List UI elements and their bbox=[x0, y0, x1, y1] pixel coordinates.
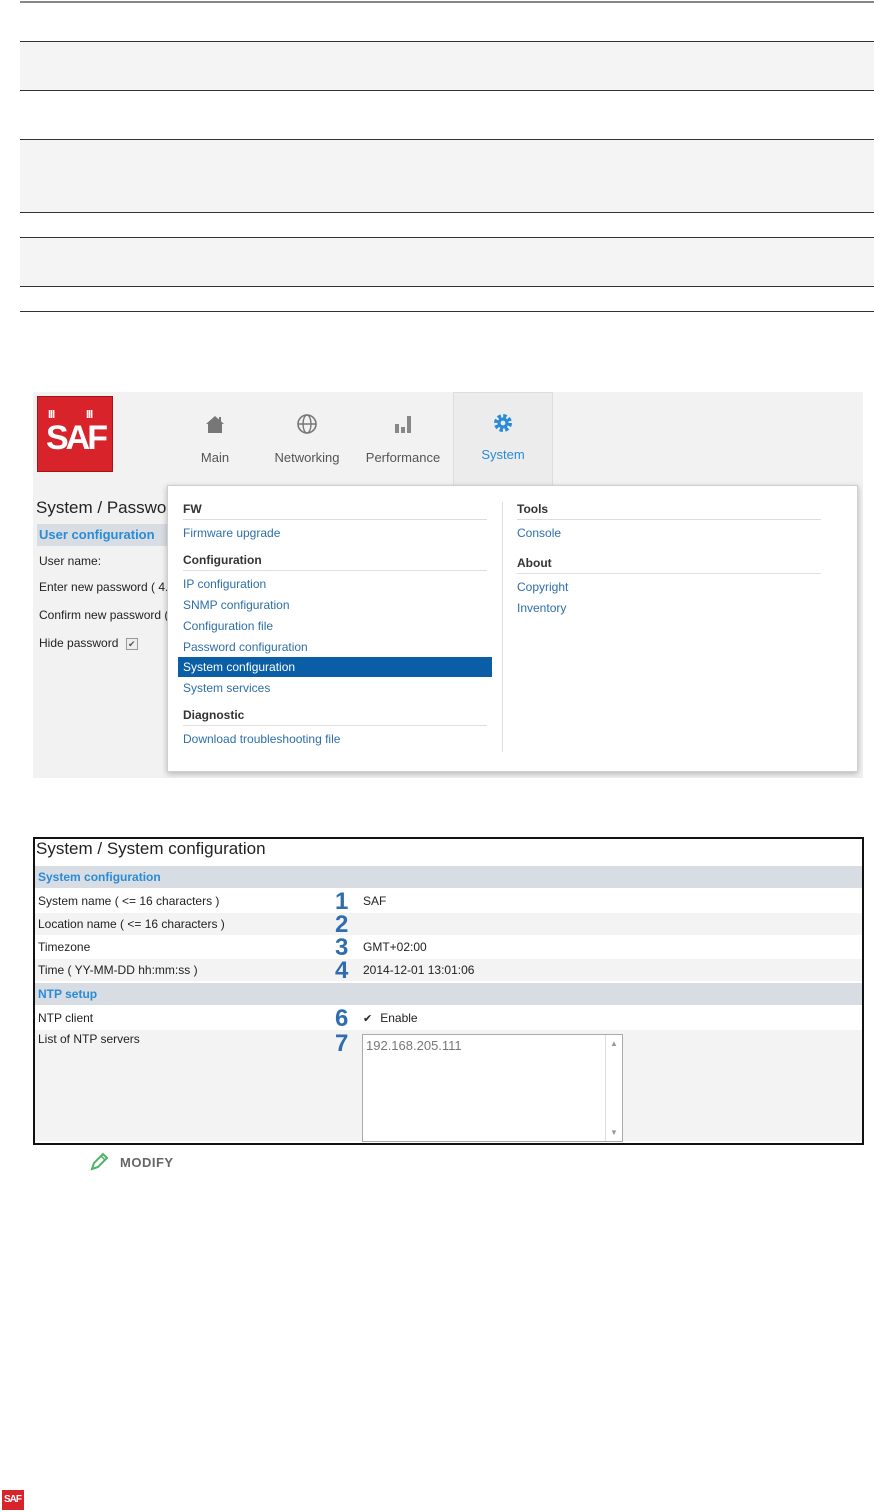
time-value[interactable]: 2014-12-01 13:01:06 bbox=[363, 963, 474, 977]
textarea-scrollbar[interactable]: ▲ ▼ bbox=[605, 1035, 622, 1141]
saf-logo: lll lll SAF bbox=[37, 396, 113, 472]
section-header-ntp: NTP setup bbox=[35, 983, 862, 1005]
menu-item-copyright[interactable]: Copyright bbox=[517, 580, 568, 594]
marker-7: 7 bbox=[335, 1030, 349, 1057]
menu-head-configuration: Configuration bbox=[183, 553, 262, 567]
footer-saf-logo: SAF bbox=[2, 1490, 24, 1510]
table-rule bbox=[20, 139, 874, 140]
marker-6: 6 bbox=[335, 1005, 349, 1032]
menu-item-inventory[interactable]: Inventory bbox=[517, 601, 566, 615]
section-header: User configuration bbox=[37, 524, 177, 546]
menu-item-ip-configuration[interactable]: IP configuration bbox=[183, 577, 266, 591]
nav-main-label: Main bbox=[200, 450, 230, 465]
modify-label: MODIFY bbox=[120, 1155, 174, 1170]
table-rule bbox=[20, 41, 874, 42]
table-rule bbox=[20, 237, 874, 238]
row-time: Time ( YY-MM-DD hh:mm:ss ) 4 2014-12-01 … bbox=[35, 957, 862, 984]
logo-text: SAF bbox=[46, 419, 108, 457]
ntp-enable-checkbox[interactable]: ✔ Enable bbox=[363, 1011, 418, 1025]
marker-4: 4 bbox=[335, 957, 349, 984]
row-ntp-client: NTP client 6 ✔ Enable bbox=[38, 1005, 418, 1032]
gear-icon bbox=[494, 414, 512, 432]
top-rule bbox=[20, 1, 874, 3]
menu-screenshot: lll lll SAF Main Networking Performance bbox=[33, 392, 863, 778]
menu-head-diagnostic: Diagnostic bbox=[183, 708, 245, 722]
page-title: System / Passwo bbox=[36, 498, 167, 517]
page-title: System / System configuration bbox=[36, 839, 266, 858]
ntp-servers-textarea[interactable]: 192.168.205.111 ▲ ▼ bbox=[362, 1034, 623, 1142]
menu-head-fw: FW bbox=[183, 502, 202, 516]
nav-system[interactable]: System bbox=[453, 392, 553, 485]
row-system-name: System name ( <= 16 characters ) 1 SAF bbox=[38, 888, 387, 915]
scroll-up-icon[interactable]: ▲ bbox=[610, 1039, 618, 1048]
table-band bbox=[20, 140, 874, 212]
scroll-down-icon[interactable]: ▼ bbox=[610, 1128, 618, 1137]
table-rule bbox=[20, 90, 874, 91]
nav-networking[interactable]: Networking bbox=[271, 392, 343, 484]
row-location-name: Location name ( <= 16 characters ) 2 bbox=[35, 913, 862, 937]
confirm-password-label: Confirm new password ( bbox=[39, 608, 169, 622]
nav-networking-label: Networking bbox=[274, 450, 340, 465]
menu-item-system-services[interactable]: System services bbox=[183, 681, 270, 695]
checkmark-icon: ✔ bbox=[363, 1013, 373, 1025]
new-password-label: Enter new password ( 4. bbox=[39, 580, 169, 594]
section-header-system: System configuration bbox=[35, 866, 862, 888]
nav-main[interactable]: Main bbox=[185, 392, 245, 484]
system-configuration-screenshot: System / System configuration System con… bbox=[33, 837, 864, 1145]
nav-system-label: System bbox=[481, 447, 525, 462]
ntp-enable-label: Enable bbox=[380, 1011, 418, 1025]
system-name-value[interactable]: SAF bbox=[363, 894, 386, 908]
home-icon bbox=[206, 416, 224, 433]
hide-password-row: Hide password ✔ bbox=[39, 636, 138, 650]
row-timezone: Timezone 3 GMT+02:00 bbox=[38, 934, 427, 961]
hide-password-label: Hide password bbox=[39, 636, 119, 650]
system-dropdown-menu: FW Firmware upgrade Configuration IP con… bbox=[167, 485, 858, 772]
table-rule bbox=[20, 311, 874, 312]
user-name-label: User name: bbox=[39, 554, 102, 568]
table-rule bbox=[20, 286, 874, 287]
menu-item-password-configuration[interactable]: Password configuration bbox=[183, 640, 308, 654]
menu-head-about: About bbox=[517, 556, 552, 570]
menu-item-system-configuration[interactable]: System configuration bbox=[178, 657, 492, 677]
nav-performance-label: Performance bbox=[365, 450, 441, 465]
nav-performance[interactable]: Performance bbox=[363, 392, 443, 484]
menu-item-download-troubleshooting[interactable]: Download troubleshooting file bbox=[183, 732, 340, 746]
bar-chart-icon bbox=[395, 416, 411, 433]
pencil-icon bbox=[90, 1152, 109, 1171]
table-band bbox=[20, 42, 874, 90]
menu-head-tools: Tools bbox=[517, 502, 549, 516]
timezone-value[interactable]: GMT+02:00 bbox=[363, 940, 427, 954]
hide-password-checkbox[interactable]: ✔ bbox=[125, 637, 138, 650]
globe-icon bbox=[297, 414, 317, 434]
menu-item-configuration-file[interactable]: Configuration file bbox=[183, 619, 273, 633]
menu-item-firmware-upgrade[interactable]: Firmware upgrade bbox=[183, 526, 280, 540]
table-rule bbox=[20, 212, 874, 213]
table-band bbox=[20, 238, 874, 286]
menu-item-console[interactable]: Console bbox=[517, 526, 561, 540]
menu-item-snmp-configuration[interactable]: SNMP configuration bbox=[183, 598, 290, 612]
